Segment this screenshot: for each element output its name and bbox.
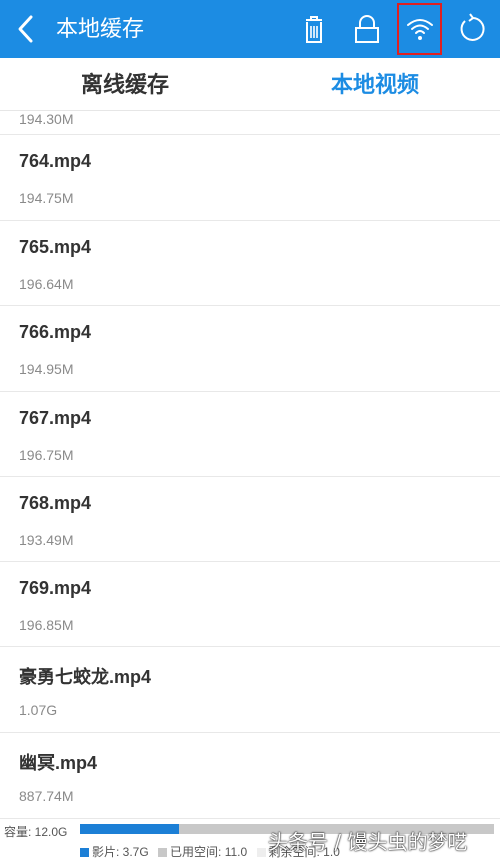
list-item[interactable]: 幽冥.mp4 887.74M xyxy=(0,733,500,819)
file-size: 887.74M xyxy=(19,788,74,804)
file-name: 幽冥.mp4 xyxy=(19,753,98,773)
legend-video-swatch xyxy=(80,848,89,857)
storage-bar-video-fill xyxy=(80,824,180,834)
lock-icon[interactable] xyxy=(350,12,384,46)
file-list: 194.30M 764.mp4 194.75M 765.mp4 196.64M … xyxy=(0,111,500,819)
file-name: 769.mp4 xyxy=(19,578,92,598)
list-item[interactable]: 767.mp4 196.75M xyxy=(0,392,500,477)
file-size: 196.75M xyxy=(19,447,74,463)
file-name: 765.mp4 xyxy=(19,237,92,257)
tab-local-video[interactable]: 本地视频 xyxy=(250,58,500,111)
watermark: 头条号 / 馒头虫的梦呓 xyxy=(268,830,468,854)
legend-free-swatch xyxy=(256,848,266,857)
chevron-left-icon[interactable] xyxy=(12,12,42,46)
page-title: 本地缓存 xyxy=(56,16,145,41)
legend-used-label: 已用空间: 11.0 xyxy=(170,845,248,859)
top-bar: 本地缓存 xyxy=(0,0,500,58)
tab-offline-cache[interactable]: 离线缓存 xyxy=(0,58,250,111)
file-name: 豪勇七蛟龙.mp4 xyxy=(19,667,152,687)
file-size: 193.49M xyxy=(19,532,74,548)
file-size: 194.95M xyxy=(19,361,74,377)
list-item[interactable]: 768.mp4 193.49M xyxy=(0,477,500,562)
file-size: 194.30M xyxy=(19,111,74,127)
legend-used-swatch xyxy=(158,848,168,857)
list-item[interactable]: 豪勇七蛟龙.mp4 1.07G xyxy=(0,647,500,733)
file-name: 767.mp4 xyxy=(19,408,92,428)
file-name: 768.mp4 xyxy=(19,493,92,513)
list-item[interactable]: 765.mp4 196.64M xyxy=(0,221,500,306)
legend-video: 影片: 3.7G xyxy=(80,845,149,859)
list-item[interactable]: 766.mp4 194.95M xyxy=(0,306,500,392)
list-item[interactable]: 194.30M xyxy=(0,111,500,135)
refresh-icon[interactable] xyxy=(456,12,490,46)
file-name: 766.mp4 xyxy=(19,322,92,342)
capacity-label: 容量: 12.0G xyxy=(4,825,68,839)
file-name: 764.mp4 xyxy=(19,151,92,171)
file-size: 194.75M xyxy=(19,190,74,206)
legend-used: 已用空间: 11.0 xyxy=(158,845,247,859)
list-item[interactable]: 769.mp4 196.85M xyxy=(0,562,500,647)
file-size: 1.07G xyxy=(19,702,58,718)
wifi-highlight-box xyxy=(397,3,442,55)
file-size: 196.64M xyxy=(19,276,74,292)
trash-icon[interactable] xyxy=(297,12,331,46)
tab-bar: 离线缓存 本地视频 xyxy=(0,58,500,111)
list-item[interactable]: 764.mp4 194.75M xyxy=(0,135,500,221)
file-size: 196.85M xyxy=(19,617,74,633)
legend-video-label: 影片: 3.7G xyxy=(92,845,149,859)
